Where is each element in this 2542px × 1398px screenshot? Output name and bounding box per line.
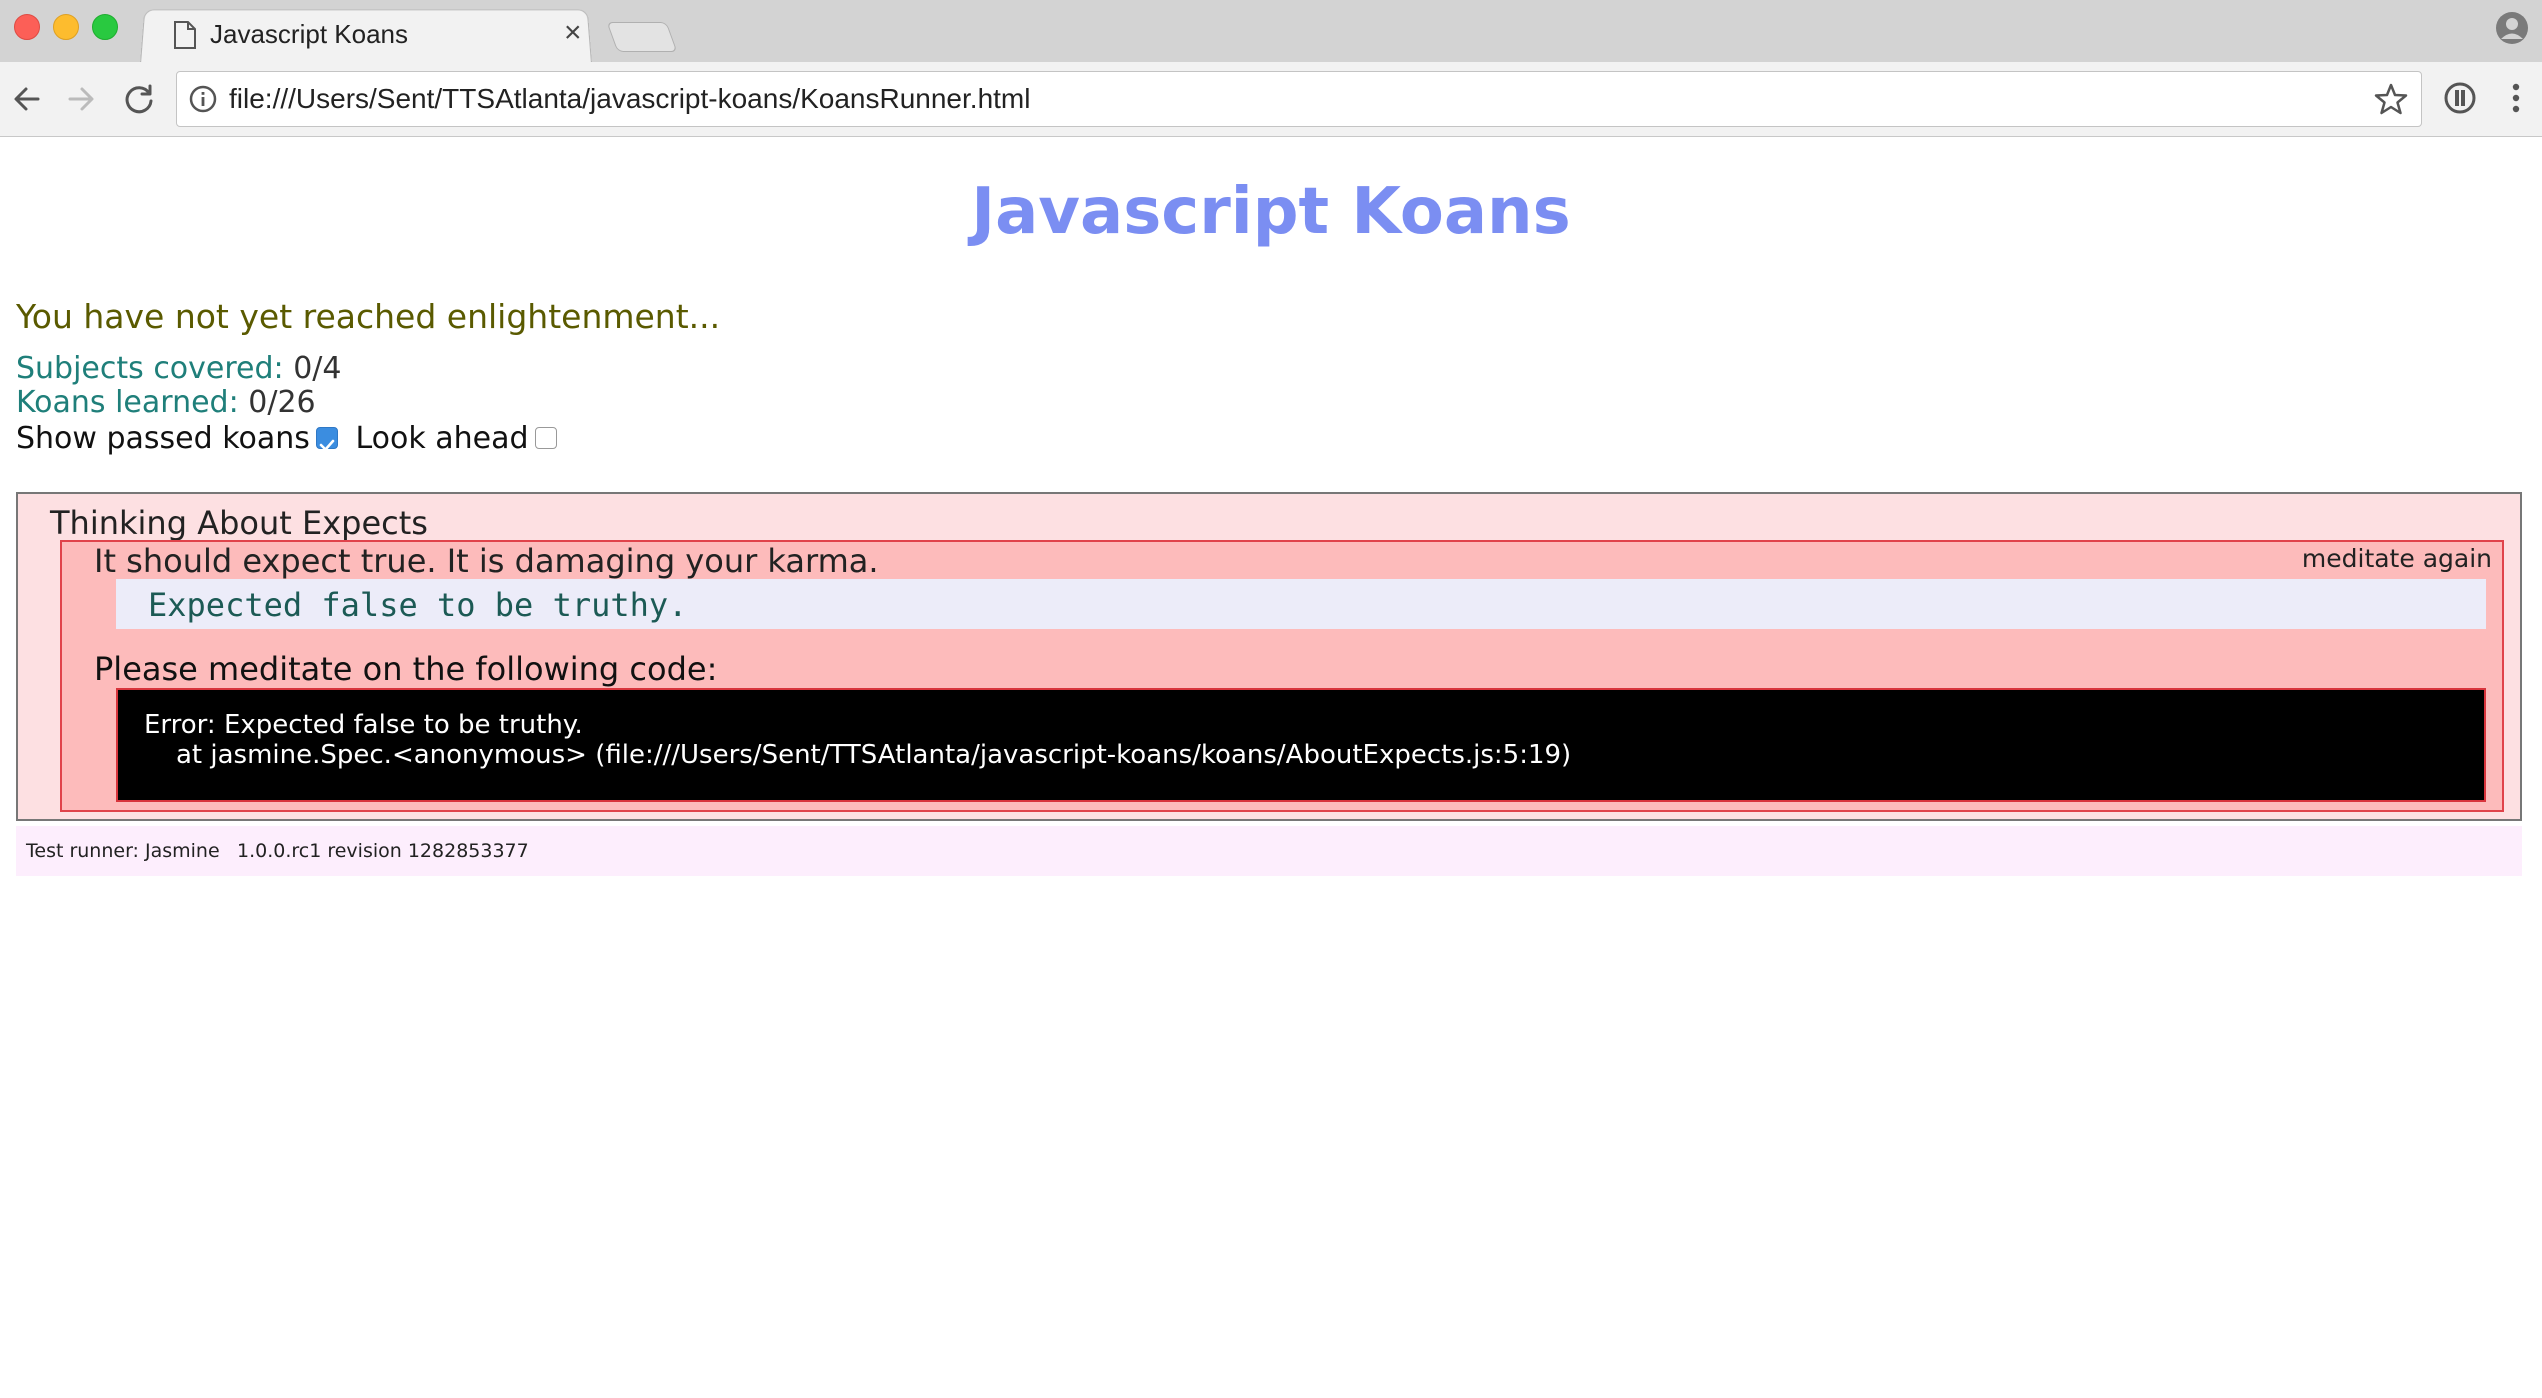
stack-trace-line: at jasmine.Spec.<anonymous> (file:///Use…	[176, 740, 1572, 770]
bookmark-star-icon[interactable]	[2373, 81, 2409, 117]
test-runner-label: Test runner: Jasmine	[26, 840, 220, 862]
minimize-window-button[interactable]	[53, 14, 79, 40]
expectation-message: Expected false to be truthy.	[116, 579, 2486, 629]
checkmark-icon	[319, 439, 335, 451]
suite-title: Thinking About Expects	[50, 504, 428, 542]
forward-arrow-icon[interactable]	[62, 80, 100, 118]
display-options: Show passed koans Look ahead	[16, 420, 565, 458]
meditate-again-link[interactable]: meditate again	[2302, 544, 2492, 573]
meditate-prompt: Please meditate on the following code:	[94, 650, 718, 688]
koans-learned-value: 0/26	[248, 385, 316, 420]
enlightenment-status: You have not yet reached enlightenment..…	[16, 297, 721, 336]
extension-icon[interactable]	[2440, 78, 2480, 118]
browser-tab-bar: Javascript Koans ×	[0, 0, 2542, 64]
subjects-covered-value: 0/4	[293, 351, 342, 386]
error-stack-trace: Error: Expected false to be truthy. at j…	[116, 688, 2486, 802]
new-tab-button[interactable]	[606, 22, 678, 52]
info-icon[interactable]	[187, 83, 219, 115]
koans-learned-label: Koans learned:	[16, 385, 239, 420]
reload-icon[interactable]	[120, 80, 158, 118]
tab-title: Javascript Koans	[210, 19, 408, 49]
back-arrow-icon[interactable]	[8, 80, 46, 118]
document-icon	[174, 21, 196, 49]
subjects-covered-label: Subjects covered:	[16, 351, 284, 386]
zoom-window-button[interactable]	[92, 14, 118, 40]
expectation-text: Expected false to be truthy.	[148, 586, 688, 624]
page-content: Javascript Koans You have not yet reache…	[0, 137, 2542, 1398]
close-window-button[interactable]	[14, 14, 40, 40]
browser-tab[interactable]: Javascript Koans ×	[168, 16, 588, 56]
subjects-covered: Subjects covered: 0/4	[16, 351, 341, 386]
show-passed-checkbox[interactable]	[315, 426, 338, 451]
look-ahead-checkbox[interactable]	[534, 426, 557, 449]
tab-close-icon[interactable]: ×	[564, 16, 582, 50]
menu-dots-icon[interactable]	[2496, 78, 2536, 118]
profile-icon[interactable]	[2494, 10, 2530, 46]
runner-footer: Test runner: Jasmine 1.0.0.rc1 revision …	[16, 826, 2522, 876]
koans-learned: Koans learned: 0/26	[16, 385, 316, 420]
failing-spec: It should expect true. It is damaging yo…	[60, 540, 2504, 812]
runner-version: 1.0.0.rc1 revision 1282853377	[237, 840, 529, 862]
address-bar[interactable]: file:///Users/Sent/TTSAtlanta/javascript…	[176, 71, 2422, 127]
address-url[interactable]: file:///Users/Sent/TTSAtlanta/javascript…	[229, 83, 1030, 115]
spec-description: It should expect true. It is damaging yo…	[94, 542, 879, 580]
browser-toolbar: file:///Users/Sent/TTSAtlanta/javascript…	[0, 62, 2542, 137]
stack-trace-line: Error: Expected false to be truthy.	[144, 710, 583, 740]
show-passed-label: Show passed koans	[16, 421, 310, 456]
look-ahead-label: Look ahead	[355, 421, 529, 456]
page-title: Javascript Koans	[971, 175, 1571, 249]
koan-suite: Thinking About Expects It should expect …	[16, 492, 2522, 821]
